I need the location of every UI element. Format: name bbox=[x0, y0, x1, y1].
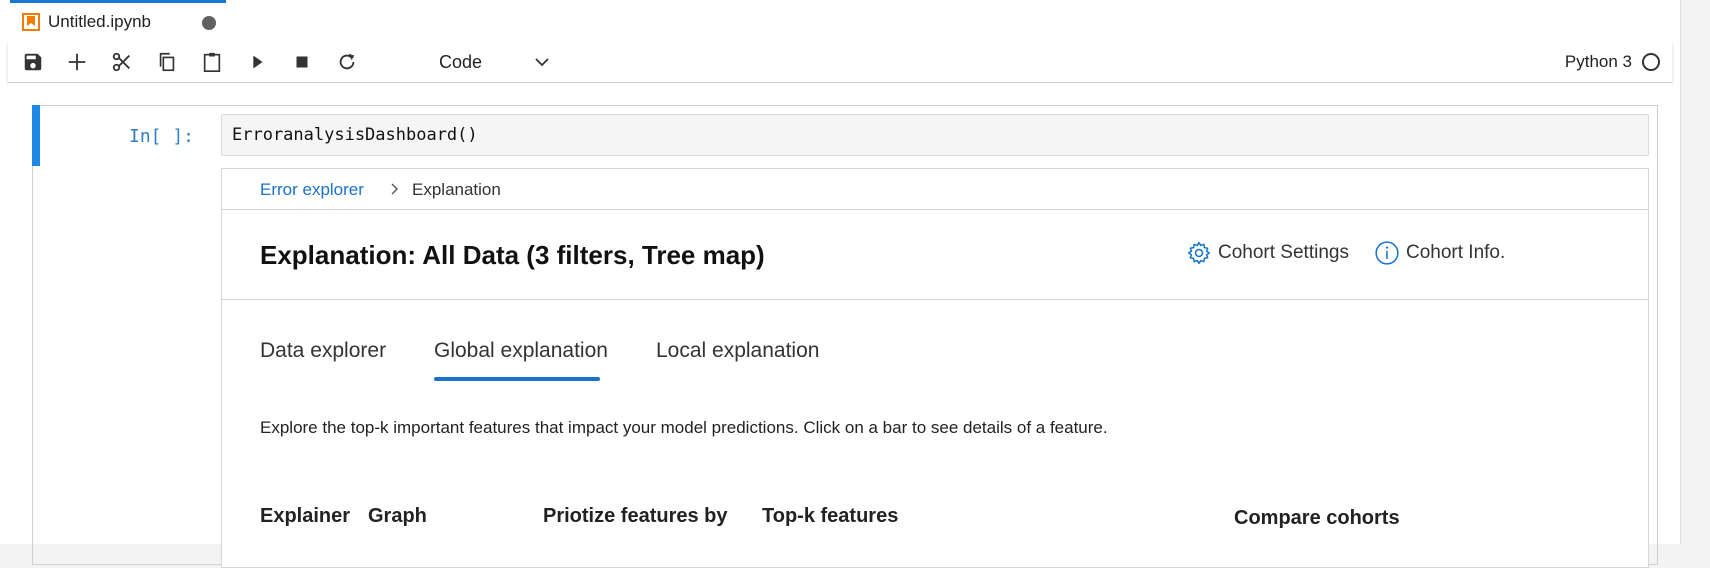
save-icon bbox=[24, 53, 42, 71]
copy-button[interactable] bbox=[152, 48, 182, 76]
copy-icon bbox=[159, 52, 175, 72]
restart-icon bbox=[339, 53, 355, 70]
page-title: Explanation: All Data (3 filters, Tree m… bbox=[260, 240, 765, 270]
notebook-panel: In[ ]: ErroranalysisDashboard() Error ex… bbox=[8, 83, 1672, 568]
add-icon bbox=[68, 53, 86, 71]
active-cell-marker[interactable] bbox=[32, 105, 40, 166]
description-text: Explore the top-k important features tha… bbox=[260, 418, 1108, 437]
breadcrumb: Error explorer Explanation bbox=[222, 169, 1648, 210]
breadcrumb-current: Explanation bbox=[412, 180, 501, 199]
tab-local-explanation[interactable]: Local explanation bbox=[656, 339, 819, 363]
tab-global-explanation[interactable]: Global explanation bbox=[434, 339, 608, 363]
notebook-toolbar: Code Python 3 bbox=[8, 42, 1672, 83]
unsaved-indicator-icon[interactable] bbox=[202, 16, 216, 30]
tab-data-explorer[interactable]: Data explorer bbox=[260, 339, 386, 363]
cohort-info-button[interactable]: Cohort Info. bbox=[1374, 240, 1505, 266]
cut-button[interactable] bbox=[107, 48, 137, 76]
code-cell[interactable]: In[ ]: ErroranalysisDashboard() Error ex… bbox=[32, 105, 1658, 568]
breadcrumb-error-explorer-link[interactable]: Error explorer bbox=[260, 180, 364, 200]
cell-type-label: Code bbox=[439, 51, 483, 72]
code-text: ErroranalysisDashboard() bbox=[232, 125, 478, 145]
error-analysis-widget: Error explorer Explanation Explanation: … bbox=[221, 168, 1649, 568]
kernel-idle-icon bbox=[1642, 53, 1660, 71]
run-button[interactable] bbox=[242, 48, 272, 76]
paste-button[interactable] bbox=[197, 48, 227, 76]
prioritize-features-label: Priotize features by bbox=[543, 505, 728, 527]
paste-icon bbox=[203, 52, 221, 72]
input-prompt: In[ ]: bbox=[129, 126, 195, 147]
notebook-tab[interactable]: Untitled.ipynb bbox=[10, 0, 226, 40]
cell-type-dropdown[interactable]: Code bbox=[423, 48, 553, 76]
document-tab-bar: Untitled.ipynb bbox=[0, 0, 1680, 40]
save-button[interactable] bbox=[18, 48, 48, 76]
active-tab-indicator bbox=[434, 377, 600, 381]
graph-label: Graph bbox=[368, 505, 427, 527]
kernel-name: Python 3 bbox=[1564, 52, 1632, 71]
run-icon bbox=[253, 55, 263, 69]
insert-cell-button[interactable] bbox=[62, 48, 92, 76]
info-icon bbox=[1375, 241, 1399, 265]
compare-cohorts-label: Compare cohorts bbox=[1234, 507, 1400, 529]
notebook-icon bbox=[22, 12, 40, 31]
chevron-right-icon bbox=[388, 179, 402, 204]
restart-button[interactable] bbox=[332, 48, 362, 76]
topk-features-label: Top-k features bbox=[762, 505, 899, 527]
stop-button[interactable] bbox=[287, 48, 317, 76]
gear-icon bbox=[1187, 241, 1211, 265]
cohort-settings-label: Cohort Settings bbox=[1218, 242, 1349, 263]
chevron-down-icon bbox=[535, 58, 549, 67]
cut-icon bbox=[112, 52, 130, 72]
jupyter-app: Untitled.ipynb Code Python 3 In[]: Erro… bbox=[0, 0, 1681, 568]
code-editor[interactable]: ErroranalysisDashboard() bbox=[221, 114, 1649, 156]
kernel-indicator[interactable]: Python 3 bbox=[1565, 48, 1660, 76]
cohort-info-label: Cohort Info. bbox=[1406, 242, 1506, 263]
stop-icon bbox=[296, 56, 308, 68]
explanation-header: Explanation: All Data (3 filters, Tree m… bbox=[222, 210, 1648, 300]
explainer-label: Explainer bbox=[260, 505, 351, 527]
tab-title: Untitled.ipynb bbox=[48, 11, 152, 31]
cohort-settings-button[interactable]: Cohort Settings bbox=[1186, 240, 1349, 266]
